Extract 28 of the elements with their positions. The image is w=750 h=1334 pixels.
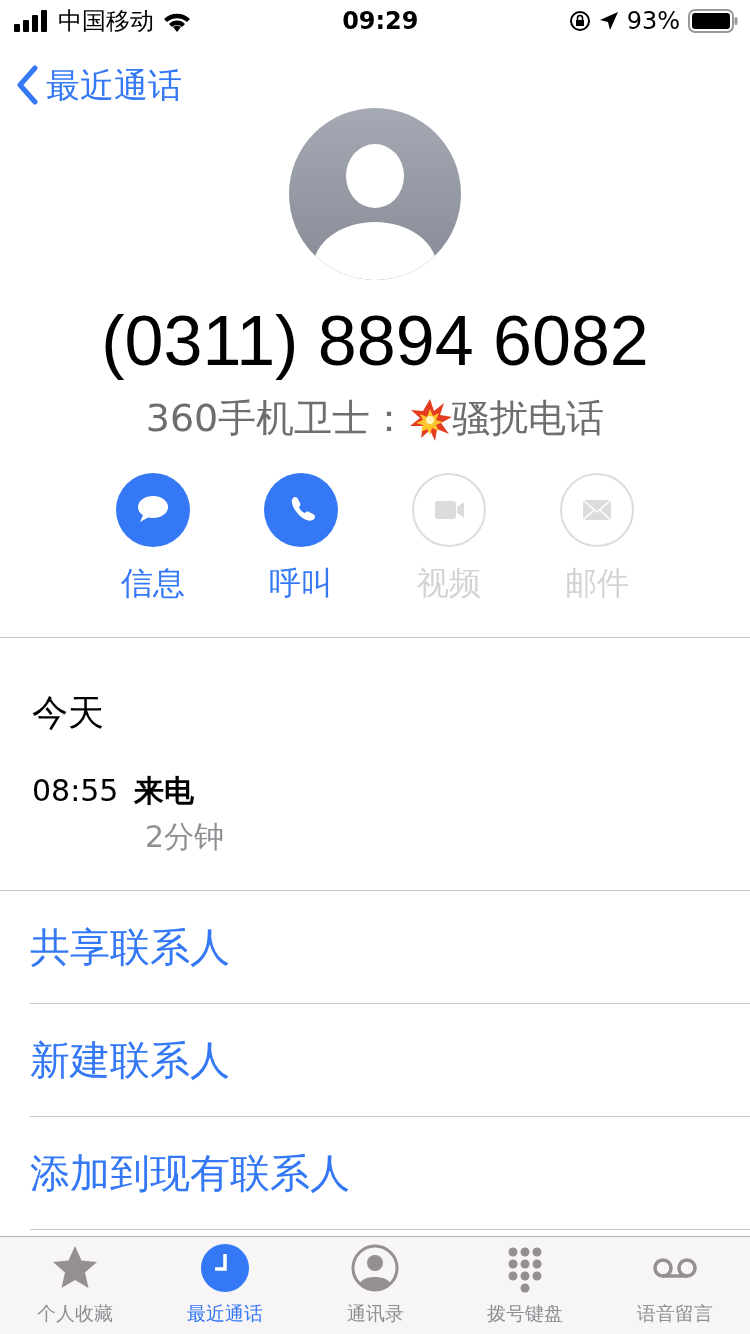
tab-item[interactable]: 通讯录	[300, 1237, 450, 1328]
contact-option-link[interactable]: 共享联系人	[30, 891, 750, 1003]
tab-item[interactable]: 最近通话	[150, 1237, 300, 1328]
tab-item[interactable]: 拨号键盘	[450, 1237, 600, 1328]
avatar-icon	[289, 108, 461, 280]
day-heading: 今天	[31, 691, 105, 735]
call-time: 08:55	[32, 771, 119, 810]
status-time: 09:29	[342, 6, 419, 37]
battery-icon	[688, 9, 738, 33]
caller-tag: 骚扰电话	[452, 390, 605, 447]
action-button[interactable]: 信息	[79, 473, 227, 607]
carrier-name: 中国移动	[58, 6, 154, 37]
back-button[interactable]: 最近通话	[16, 59, 182, 111]
caller-source: 360手机卫士：	[145, 395, 409, 442]
back-chevron-icon	[16, 65, 38, 105]
battery-percent: 93%	[626, 6, 680, 37]
clock-icon	[200, 1243, 250, 1293]
location-icon	[598, 11, 619, 31]
signal-icon	[14, 10, 50, 32]
call-type: 来电	[134, 771, 195, 810]
action-button[interactable]: 呼叫	[227, 473, 375, 607]
call-duration: 2分钟	[145, 819, 225, 854]
contact-option-link[interactable]: 添加到现有联系人	[30, 1117, 750, 1229]
contact-option-link[interactable]: 新建联系人	[30, 1004, 750, 1116]
tab-item[interactable]: 语音留言	[600, 1237, 750, 1328]
rotation-lock-icon	[568, 10, 591, 32]
tab-item[interactable]: 个人收藏	[0, 1237, 150, 1328]
person-circle-icon	[350, 1243, 400, 1293]
